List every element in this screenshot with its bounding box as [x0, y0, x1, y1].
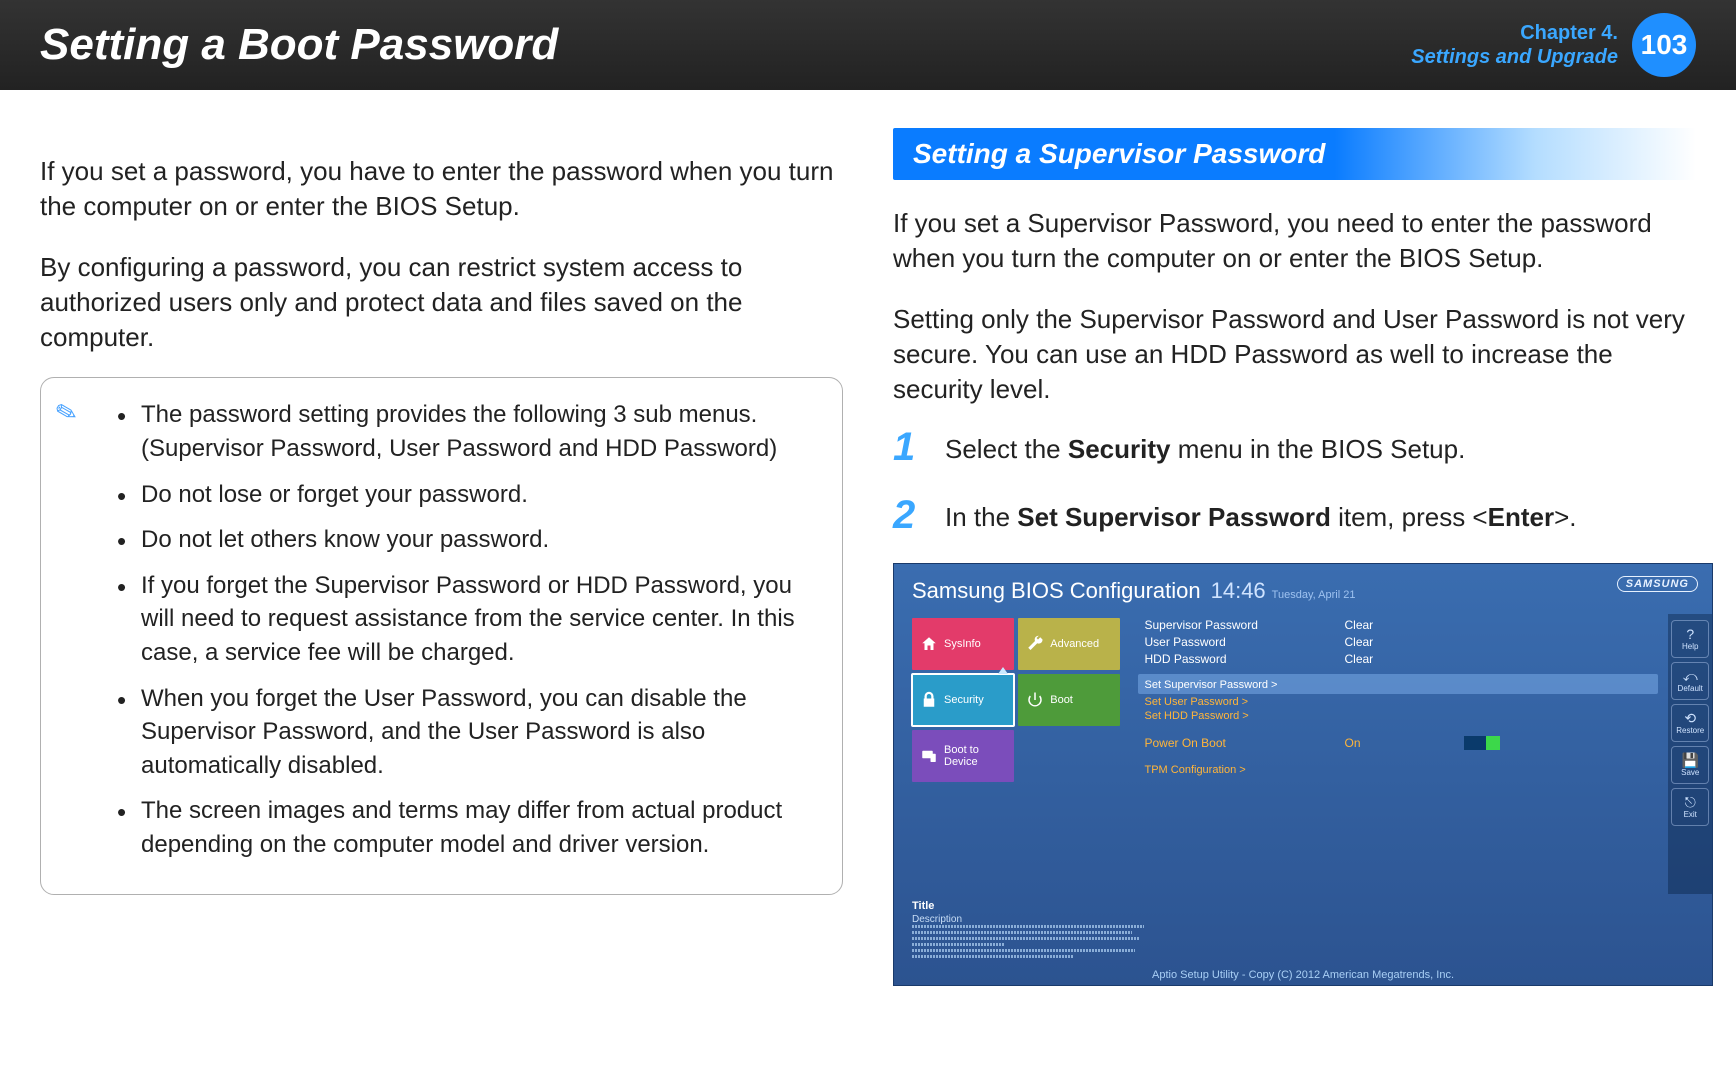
intro-paragraph-1: If you set a password, you have to enter…: [40, 154, 843, 224]
bios-panel: Supervisor Password Clear User Password …: [1120, 614, 1668, 894]
main-content: If you set a password, you have to enter…: [0, 90, 1736, 986]
step-text: Select the Security menu in the BIOS Set…: [945, 427, 1465, 467]
bios-footer: Aptio Setup Utility - Copy (C) 2012 Amer…: [894, 961, 1712, 985]
bios-set-user-password[interactable]: Set User Password >: [1144, 696, 1658, 708]
right-column: Setting a Supervisor Password If you set…: [893, 128, 1696, 986]
page-number-badge: 103: [1632, 13, 1696, 77]
bios-set-hdd-password[interactable]: Set HDD Password >: [1144, 710, 1658, 722]
tile-boot-to-device[interactable]: Boot to Device: [912, 730, 1014, 782]
lock-icon: [920, 691, 938, 709]
intro-paragraph-2: By configuring a password, you can restr…: [40, 250, 843, 355]
restore-button[interactable]: ⟲Restore: [1671, 704, 1709, 742]
bios-nav-tiles: SysInfo Advanced Security Boot: [912, 614, 1120, 894]
step-text: In the Set Supervisor Password item, pre…: [945, 495, 1577, 535]
chapter-label: Chapter 4. Settings and Upgrade: [1411, 21, 1618, 69]
device-icon: [920, 747, 938, 765]
tile-sysinfo[interactable]: SysInfo: [912, 618, 1014, 670]
bios-screenshot: Samsung BIOS Configuration 14:46 Tuesday…: [893, 563, 1713, 986]
toggle-switch[interactable]: [1464, 736, 1500, 750]
chapter-line2: Settings and Upgrade: [1411, 45, 1618, 69]
step-number: 2: [893, 495, 927, 535]
bios-power-on-boot: Power On Boot On: [1144, 736, 1658, 750]
note-item: The password setting provides the follow…: [117, 398, 818, 465]
section-heading: Setting a Supervisor Password: [893, 128, 1696, 180]
bios-header: Samsung BIOS Configuration 14:46 Tuesday…: [894, 564, 1712, 614]
save-button[interactable]: 💾Save: [1671, 746, 1709, 784]
help-icon: ?: [1686, 627, 1694, 641]
left-column: If you set a password, you have to enter…: [40, 128, 843, 986]
save-icon: 💾: [1682, 753, 1699, 767]
section-paragraph-2: Setting only the Supervisor Password and…: [893, 302, 1696, 407]
default-button[interactable]: ⤺Default: [1671, 662, 1709, 700]
step-number: 1: [893, 427, 927, 467]
power-icon: [1026, 691, 1044, 709]
chapter-line1: Chapter 4.: [1411, 21, 1618, 45]
note-box: ✎ The password setting provides the foll…: [40, 377, 843, 894]
wrench-icon: [1026, 635, 1044, 653]
home-icon: [920, 635, 938, 653]
page-header: Setting a Boot Password Chapter 4. Setti…: [0, 0, 1736, 90]
bios-title: Samsung BIOS Configuration: [912, 578, 1201, 604]
note-item: The screen images and terms may differ f…: [117, 794, 818, 861]
bios-side-buttons: ?Help ⤺Default ⟲Restore 💾Save ⎋Exit: [1668, 614, 1712, 894]
restore-icon: ⟲: [1684, 711, 1696, 725]
bios-set-supervisor-password[interactable]: Set Supervisor Password >: [1138, 674, 1658, 694]
note-list: The password setting provides the follow…: [65, 398, 818, 861]
note-item: Do not lose or forget your password.: [117, 478, 818, 512]
bios-description-panel: Title Description: [894, 894, 1144, 961]
bios-tpm-configuration[interactable]: TPM Configuration >: [1144, 764, 1658, 776]
tile-security[interactable]: Security: [912, 674, 1014, 726]
note-item: When you forget the User Password, you c…: [117, 682, 818, 783]
step-1: 1 Select the Security menu in the BIOS S…: [893, 427, 1696, 467]
bios-status-row: HDD Password Clear: [1144, 652, 1658, 666]
samsung-logo: SAMSUNG: [1617, 576, 1698, 592]
note-item: If you forget the Supervisor Password or…: [117, 569, 818, 670]
bios-status-row: User Password Clear: [1144, 635, 1658, 649]
tile-boot[interactable]: Boot: [1018, 674, 1120, 726]
bios-time: 14:46: [1211, 578, 1266, 604]
step-2: 2 In the Set Supervisor Password item, p…: [893, 495, 1696, 535]
page-title: Setting a Boot Password: [40, 20, 1411, 70]
bios-status-row: Supervisor Password Clear: [1144, 618, 1658, 632]
note-item: Do not let others know your password.: [117, 523, 818, 557]
bios-date: Tuesday, April 21: [1272, 589, 1356, 601]
section-paragraph-1: If you set a Supervisor Password, you ne…: [893, 206, 1696, 276]
bios-body: SysInfo Advanced Security Boot: [894, 614, 1712, 894]
help-button[interactable]: ?Help: [1671, 620, 1709, 658]
tile-advanced[interactable]: Advanced: [1018, 618, 1120, 670]
default-icon: ⤺: [1683, 669, 1698, 683]
exit-icon: ⎋: [1685, 795, 1696, 809]
exit-button[interactable]: ⎋Exit: [1671, 788, 1709, 826]
